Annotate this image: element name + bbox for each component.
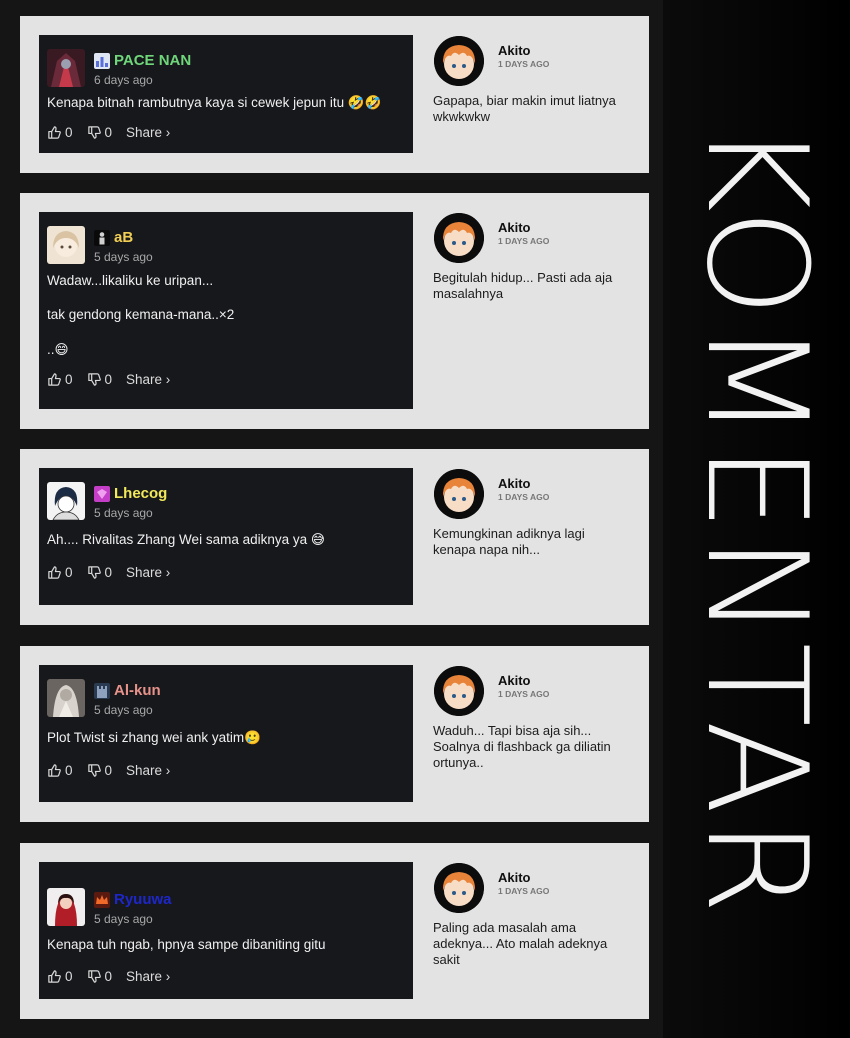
user-avatar[interactable] — [47, 888, 85, 926]
comment-panel: Lhecog 5 days ago Ah.... Rivalitas Zhang… — [20, 449, 649, 625]
thumbs-down-icon — [87, 763, 101, 777]
dislike-button[interactable]: 0 — [87, 762, 113, 778]
thumbs-up-icon — [48, 969, 61, 983]
reply-text: Waduh... Tapi bisa aja sih... Soalnya di… — [433, 723, 611, 770]
like-count: 0 — [65, 968, 73, 984]
like-button[interactable]: 0 — [47, 372, 73, 387]
comment-text: ..😄 — [47, 342, 69, 357]
reply-avatar[interactable] — [434, 36, 484, 86]
comment-card: Ryuuwa 5 days ago Kenapa tuh ngab, hpnya… — [39, 862, 413, 999]
user-avatar[interactable] — [47, 49, 85, 87]
reply-author[interactable]: Akito — [498, 673, 531, 688]
comment-panel: PACE NAN 6 days ago Kenapa bitnah rambut… — [20, 16, 649, 173]
comment-text: Kenapa bitnah rambutnya kaya si cewek je… — [47, 95, 382, 110]
comment-date: 5 days ago — [94, 912, 153, 926]
reply-avatar[interactable] — [434, 863, 484, 913]
comment-date: 5 days ago — [94, 250, 153, 264]
comment-actions: 0 0 Share › — [47, 370, 170, 388]
comment-panel: aB 5 days ago Wadaw...likaliku ke uripan… — [20, 193, 649, 429]
comment-text: Kenapa tuh ngab, hpnya sampe dibaniting … — [47, 937, 326, 952]
comment-text: Wadaw...likaliku ke uripan... — [47, 273, 214, 288]
thumbs-up-icon — [48, 763, 61, 777]
reply-date: 1 DAYS AGO — [498, 492, 550, 502]
like-count: 0 — [65, 371, 73, 387]
thumbs-down-icon — [87, 125, 101, 139]
reply-text: Kemungkinan adiknya lagi kenapa napa nih… — [433, 526, 585, 557]
comment-date: 5 days ago — [94, 506, 153, 520]
comment-date: 6 days ago — [94, 73, 153, 87]
dislike-count: 0 — [104, 124, 113, 140]
share-button[interactable]: Share › — [126, 125, 170, 140]
thumbs-down-icon — [87, 565, 101, 579]
comment-panel: Ryuuwa 5 days ago Kenapa tuh ngab, hpnya… — [20, 843, 649, 1019]
comment-username[interactable]: aB — [114, 229, 133, 246]
gem-badge-icon — [94, 486, 110, 502]
comment-panel: Al-kun 5 days ago Plot Twist si zhang we… — [20, 646, 649, 822]
thumbs-down-icon — [87, 969, 101, 983]
like-button[interactable]: 0 — [47, 565, 73, 580]
dislike-count: 0 — [104, 762, 113, 778]
dislike-button[interactable]: 0 — [87, 124, 113, 140]
thumbs-up-icon — [48, 565, 61, 579]
user-avatar[interactable] — [47, 226, 85, 264]
reply-text: Gapapa, biar makin imut liatnya wkwkwkw — [433, 93, 616, 124]
comment-actions: 0 0 Share › — [47, 123, 170, 141]
comment-card: aB 5 days ago Wadaw...likaliku ke uripan… — [39, 212, 413, 409]
share-button[interactable]: Share › — [126, 565, 170, 580]
thumbs-down-icon — [87, 372, 101, 386]
like-button[interactable]: 0 — [47, 125, 73, 140]
reply-date: 1 DAYS AGO — [498, 59, 550, 69]
like-count: 0 — [65, 564, 73, 580]
dislike-count: 0 — [104, 968, 113, 984]
reply-author[interactable]: Akito — [498, 43, 531, 58]
comment-text: Plot Twist si zhang wei ank yatim🥲 — [47, 730, 261, 745]
user-avatar[interactable] — [47, 482, 85, 520]
reply-text: Paling ada masalah ama adeknya... Ato ma… — [433, 920, 608, 967]
reply-date: 1 DAYS AGO — [498, 886, 550, 896]
reply-author[interactable]: Akito — [498, 476, 531, 491]
reply-avatar[interactable] — [434, 469, 484, 519]
figure-badge-icon — [94, 230, 110, 246]
dislike-button[interactable]: 0 — [87, 371, 113, 387]
reply-author[interactable]: Akito — [498, 220, 531, 235]
comment-card: Lhecog 5 days ago Ah.... Rivalitas Zhang… — [39, 468, 413, 605]
reply-text: Begitulah hidup... Pasti ada aja masalah… — [433, 270, 613, 301]
dislike-button[interactable]: 0 — [87, 968, 113, 984]
share-button[interactable]: Share › — [126, 969, 170, 984]
share-button[interactable]: Share › — [126, 372, 170, 387]
comment-text: Ah.... Rivalitas Zhang Wei sama adiknya … — [47, 532, 325, 547]
crown-badge-icon — [94, 892, 110, 908]
dislike-count: 0 — [104, 564, 113, 580]
comment-actions: 0 0 Share › — [47, 967, 170, 985]
comment-username[interactable]: Ryuuwa — [114, 891, 172, 908]
reply-avatar[interactable] — [434, 666, 484, 716]
reply-author[interactable]: Akito — [498, 870, 531, 885]
comment-card: PACE NAN 6 days ago Kenapa bitnah rambut… — [39, 35, 413, 153]
dislike-button[interactable]: 0 — [87, 564, 113, 580]
chart-badge-icon — [94, 53, 110, 69]
comment-text: tak gendong kemana-mana..×2 — [47, 307, 235, 322]
dislike-count: 0 — [104, 371, 113, 387]
reply-date: 1 DAYS AGO — [498, 689, 550, 699]
comment-username[interactable]: Al-kun — [114, 682, 161, 699]
share-button[interactable]: Share › — [126, 763, 170, 778]
comment-actions: 0 0 Share › — [47, 563, 170, 581]
like-count: 0 — [65, 762, 73, 778]
like-count: 0 — [65, 124, 73, 140]
thumbs-up-icon — [48, 125, 61, 139]
reply-date: 1 DAYS AGO — [498, 236, 550, 246]
like-button[interactable]: 0 — [47, 763, 73, 778]
like-button[interactable]: 0 — [47, 969, 73, 984]
comment-username[interactable]: PACE NAN — [114, 52, 191, 69]
comment-username[interactable]: Lhecog — [114, 485, 167, 502]
page-title: KOMENTAR — [676, 121, 837, 919]
comment-actions: 0 0 Share › — [47, 761, 170, 779]
castle-badge-icon — [94, 683, 110, 699]
reply-avatar[interactable] — [434, 213, 484, 263]
comment-card: Al-kun 5 days ago Plot Twist si zhang we… — [39, 665, 413, 802]
comment-date: 5 days ago — [94, 703, 153, 717]
user-avatar[interactable] — [47, 679, 85, 717]
thumbs-up-icon — [48, 372, 61, 386]
